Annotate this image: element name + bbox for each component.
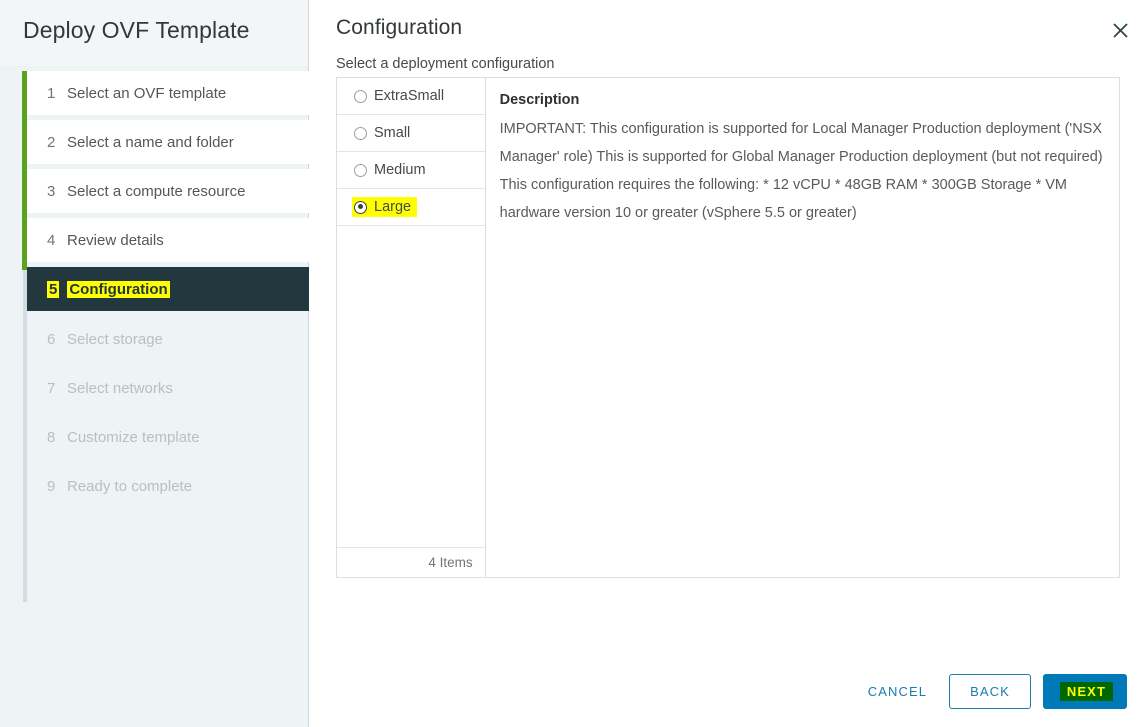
step-label: Select networks <box>67 380 173 397</box>
dialog-title: Deploy OVF Template <box>23 17 249 44</box>
configuration-panel: ExtraSmall Small Medium Large <box>336 77 1120 578</box>
step-number: 2 <box>47 134 67 151</box>
step-number: 1 <box>47 85 67 102</box>
sidebar-step-8[interactable]: 8 Customize template <box>27 415 309 459</box>
close-icon[interactable] <box>1107 17 1133 43</box>
step-label: Configuration <box>67 281 169 298</box>
step-number: 6 <box>47 331 67 348</box>
config-option-label: Small <box>374 125 410 141</box>
sidebar-step-2[interactable]: 2 Select a name and folder <box>27 120 309 164</box>
step-number: 3 <box>47 183 67 200</box>
radio-icon[interactable] <box>354 127 367 140</box>
step-number: 8 <box>47 429 67 446</box>
sidebar-step-4[interactable]: 4 Review details <box>27 218 309 262</box>
config-option-extrasmall[interactable]: ExtraSmall <box>337 78 485 115</box>
radio-icon[interactable] <box>354 90 367 103</box>
radio-icon[interactable] <box>354 164 367 177</box>
step-number: 5 <box>47 281 59 298</box>
page-title: Configuration <box>336 16 462 40</box>
step-number: 9 <box>47 478 67 495</box>
configuration-list: ExtraSmall Small Medium Large <box>336 77 486 578</box>
cancel-button[interactable]: CANCEL <box>858 675 937 708</box>
wizard-header: Deploy OVF Template <box>0 0 308 66</box>
sidebar-step-1[interactable]: 1 Select an OVF template <box>27 71 309 115</box>
step-label: Customize template <box>67 429 200 446</box>
deploy-ovf-template-dialog: Deploy OVF Template 1 Select an OVF temp… <box>0 0 1145 727</box>
search-highlight-next: NEXT <box>1060 682 1113 701</box>
config-option-medium[interactable]: Medium <box>337 152 485 189</box>
step-label: Review details <box>67 232 164 249</box>
back-button[interactable]: BACK <box>949 674 1031 709</box>
dialog-footer: CANCEL BACK NEXT <box>858 674 1127 709</box>
section-label: Select a deployment configuration <box>336 56 554 72</box>
step-label: Select an OVF template <box>67 85 226 102</box>
step-label: Select a name and folder <box>67 134 234 151</box>
sidebar-step-3[interactable]: 3 Select a compute resource <box>27 169 309 213</box>
description-panel: Description IMPORTANT: This configuratio… <box>486 77 1120 578</box>
step-label: Ready to complete <box>67 478 192 495</box>
config-option-small[interactable]: Small <box>337 115 485 152</box>
config-option-label: ExtraSmall <box>374 88 444 104</box>
step-number: 4 <box>47 232 67 249</box>
description-body: IMPORTANT: This configuration is support… <box>500 115 1103 227</box>
step-label: Select storage <box>67 331 163 348</box>
next-button[interactable]: NEXT <box>1043 674 1127 709</box>
step-number: 7 <box>47 380 67 397</box>
config-option-label: Large <box>374 199 411 215</box>
sidebar-step-9[interactable]: 9 Ready to complete <box>27 464 309 508</box>
main-content: Configuration Select a deployment config… <box>309 0 1145 727</box>
sidebar-step-7[interactable]: 7 Select networks <box>27 366 309 410</box>
description-title: Description <box>500 88 1103 112</box>
radio-icon-selected[interactable] <box>354 201 367 214</box>
search-highlight-large: Large <box>352 197 417 217</box>
list-footer: 4 Items <box>337 547 485 577</box>
sidebar-step-5-configuration[interactable]: 5 Configuration <box>27 267 309 311</box>
config-option-large[interactable]: Large <box>337 189 485 226</box>
step-label: Select a compute resource <box>67 183 245 200</box>
configuration-rows: ExtraSmall Small Medium Large <box>337 78 485 547</box>
sidebar-step-6[interactable]: 6 Select storage <box>27 317 309 361</box>
wizard-sidebar: Deploy OVF Template 1 Select an OVF temp… <box>0 0 309 727</box>
items-count: 4 Items <box>428 555 472 570</box>
config-option-label: Medium <box>374 162 426 178</box>
